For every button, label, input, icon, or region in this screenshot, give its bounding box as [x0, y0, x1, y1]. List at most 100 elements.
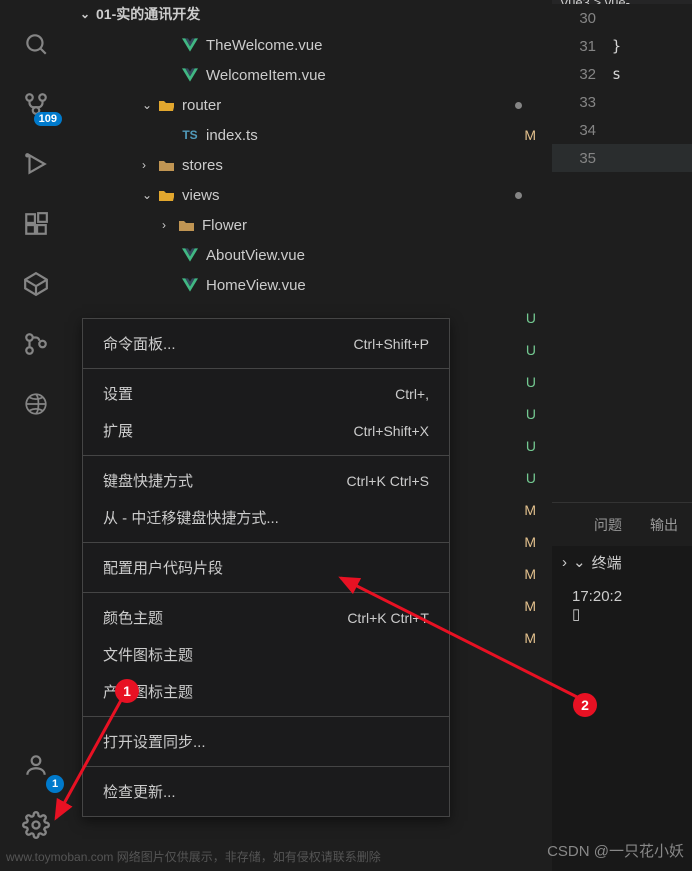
line-number: 31 [552, 38, 612, 55]
settings-context-menu: 命令面板...Ctrl+Shift+P设置Ctrl+,扩展Ctrl+Shift+… [82, 318, 450, 817]
terminal-cursor: ▯ [572, 605, 672, 623]
cube-icon[interactable] [12, 260, 60, 308]
modified-dot-icon [515, 192, 522, 199]
menu-label: 配置用户代码片段 [103, 557, 223, 578]
chevron-right-icon: › [562, 554, 567, 571]
folder-item[interactable]: ⌄views [72, 180, 552, 210]
file-item[interactable]: HomeView.vue [72, 270, 552, 300]
editor-area: Vue3 > vue- 3031}32s333435 [552, 0, 692, 502]
git-status: M [524, 566, 536, 582]
annotation-1: 1 [115, 679, 139, 703]
project-title: 01-实的通讯开发 [96, 4, 200, 24]
source-control-icon[interactable]: 109 [12, 80, 60, 128]
file-tree: TheWelcome.vueWelcomeItem.vue⌄routerTSin… [72, 28, 552, 300]
menu-item[interactable]: 命令面板...Ctrl+Shift+P [83, 325, 449, 362]
item-label: HomeView.vue [206, 277, 306, 294]
item-label: views [182, 187, 220, 204]
editor-line[interactable]: 31} [552, 32, 692, 60]
modified-dot-icon [515, 102, 522, 109]
menu-item[interactable]: 文件图标主题 [83, 636, 449, 673]
terminal-header[interactable]: › ⌄ 终端 [552, 546, 692, 578]
menu-label: 文件图标主题 [103, 644, 193, 665]
settings-gear-icon[interactable] [12, 801, 60, 849]
menu-shortcut: Ctrl+, [395, 386, 429, 402]
git-status: U [526, 406, 536, 422]
activity-bar: 109 1 [0, 0, 72, 871]
extensions-icon[interactable] [12, 200, 60, 248]
menu-label: 颜色主题 [103, 607, 163, 628]
menu-separator [83, 716, 449, 717]
git-status: U [526, 470, 536, 486]
editor-line[interactable]: 33 [552, 88, 692, 116]
git-graph-icon[interactable] [12, 320, 60, 368]
git-status: U [526, 438, 536, 454]
folder-icon [158, 157, 174, 173]
folder-icon [158, 97, 174, 113]
terminal-content[interactable]: 17:20:2 ▯ [552, 578, 692, 633]
item-label: stores [182, 157, 223, 174]
csdn-credit: CSDN @一只花小妖 [547, 840, 684, 861]
menu-item[interactable]: 键盘快捷方式Ctrl+K Ctrl+S [83, 462, 449, 499]
vue-icon [182, 67, 198, 83]
git-status: U [526, 342, 536, 358]
annotation-2: 2 [573, 693, 597, 717]
line-number: 30 [552, 10, 612, 27]
vue-icon [182, 37, 198, 53]
git-status: U [526, 374, 536, 390]
git-status: U [526, 310, 536, 326]
file-item[interactable]: AboutView.vue [72, 240, 552, 270]
file-item[interactable]: TSindex.tsM [72, 120, 552, 150]
menu-label: 扩展 [103, 420, 133, 441]
git-status: M [524, 534, 536, 550]
file-item[interactable]: TheWelcome.vue [72, 30, 552, 60]
menu-item[interactable]: 打开设置同步... [83, 723, 449, 760]
item-label: Flower [202, 217, 247, 234]
menu-item[interactable]: 检查更新... [83, 773, 449, 810]
chevron-down-icon: ⌄ [80, 7, 96, 21]
item-label: index.ts [206, 127, 258, 144]
editor-line[interactable]: 34 [552, 116, 692, 144]
file-item[interactable]: WelcomeItem.vue [72, 60, 552, 90]
explorer-header[interactable]: ⌄ 01-实的通讯开发 [72, 0, 552, 28]
folder-item[interactable]: › Flower [72, 210, 552, 240]
item-label: WelcomeItem.vue [206, 67, 326, 84]
menu-shortcut: Ctrl+Shift+P [354, 336, 429, 352]
chevron-down-icon: ⌄ [573, 553, 586, 571]
account-badge: 1 [46, 775, 64, 793]
menu-item[interactable]: 扩展Ctrl+Shift+X [83, 412, 449, 449]
line-number: 33 [552, 94, 612, 111]
folder-item[interactable]: ⌄router [72, 90, 552, 120]
menu-separator [83, 592, 449, 593]
git-status: M [524, 127, 536, 143]
item-label: TheWelcome.vue [206, 37, 322, 54]
vue-icon [182, 277, 198, 293]
menu-item[interactable]: 从 - 中迁移键盘快捷方式... [83, 499, 449, 536]
code-text: } [612, 37, 621, 55]
panel-tabs: 问题 输出 [552, 502, 692, 546]
run-debug-icon[interactable] [12, 140, 60, 188]
search-icon[interactable] [12, 20, 60, 68]
menu-item[interactable]: 颜色主题Ctrl+K Ctrl+T [83, 599, 449, 636]
menu-separator [83, 368, 449, 369]
terminal-line: 17:20:2 [572, 588, 672, 605]
editor-line[interactable]: 35 [552, 144, 692, 172]
openai-icon[interactable] [12, 380, 60, 428]
menu-separator [83, 542, 449, 543]
editor-line[interactable]: 32s [552, 60, 692, 88]
git-status: M [524, 598, 536, 614]
panel-tab-output[interactable]: 输出 [650, 515, 678, 535]
folder-icon [158, 187, 174, 203]
menu-label: 打开设置同步... [103, 731, 206, 752]
menu-label: 检查更新... [103, 781, 176, 802]
menu-item[interactable]: 配置用户代码片段 [83, 549, 449, 586]
folder-item[interactable]: › stores [72, 150, 552, 180]
account-icon[interactable]: 1 [12, 741, 60, 789]
menu-separator [83, 455, 449, 456]
chevron-right-icon: › [142, 158, 158, 172]
chevron-right-icon: › [162, 218, 178, 232]
menu-label: 设置 [103, 383, 133, 404]
line-number: 34 [552, 122, 612, 139]
menu-item[interactable]: 设置 Ctrl+, [83, 375, 449, 412]
panel-tab-problems[interactable]: 问题 [594, 515, 622, 535]
editor-line[interactable]: 30 [552, 4, 692, 32]
